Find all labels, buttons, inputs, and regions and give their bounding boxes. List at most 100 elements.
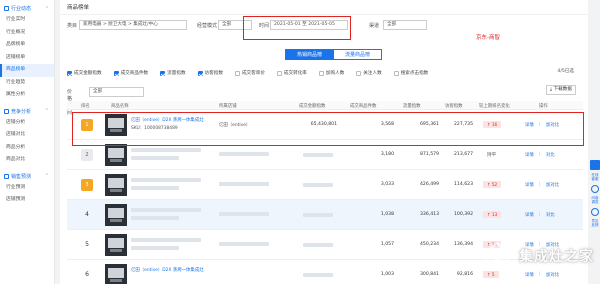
table-row[interactable]: 4 1,038 336,413 100,392 ↑ 13 详情 | 对比 — [67, 200, 583, 230]
product-thumbnail[interactable] — [105, 264, 127, 284]
cell-traffic: 336,413 — [420, 212, 439, 217]
col-header: 成交商品件数 — [350, 104, 377, 109]
product-thumbnail[interactable] — [105, 144, 127, 166]
sidebar-item-shop-analysis[interactable]: 店铺分析 — [0, 117, 54, 130]
compare-link[interactable]: 加对比 — [546, 122, 559, 128]
link-divider: | — [539, 122, 541, 127]
table-row[interactable]: 1 亿田（entive）D2X 蒸烤一体集成灶 SKU：100008738489 亿田… — [67, 110, 583, 140]
sidebar-group-competition[interactable]: 竞争分析 ⌃ — [0, 106, 54, 117]
sidebar-item-shop-compare[interactable]: 店铺对比 — [0, 129, 54, 142]
right-rail: 在线客服 问卷调查 意见反馈 — [590, 160, 600, 231]
checkbox-checked-icon — [113, 70, 119, 76]
redacted-text — [219, 152, 269, 156]
category-select[interactable]: 家用电器 > 厨卫大电 > 集成灶/中心 — [79, 20, 187, 30]
checkbox-empty-icon — [276, 70, 282, 76]
survey-icon[interactable] — [591, 185, 599, 193]
col-header: 商品名称 — [111, 104, 129, 109]
metric-checkbox[interactable]: 成交商品件数 — [113, 70, 149, 76]
product-sku: SKU：100008738489 — [131, 126, 178, 131]
sidebar-item-trend[interactable]: 行业趋势 — [0, 77, 54, 90]
sidebar-item-brand-rank[interactable]: 品牌榜单 — [0, 39, 54, 52]
watermark: 集成灶之家 — [479, 238, 594, 274]
compare-link[interactable]: 对比 — [546, 212, 555, 218]
cell-visitors: 92,816 — [456, 272, 473, 277]
metric-checkbox[interactable]: 加购人数 — [318, 70, 344, 76]
cell-units: 3,180 — [380, 152, 394, 157]
metric-checkbox[interactable]: 流量指数 — [160, 70, 186, 76]
rail-label: 意见反馈 — [591, 219, 599, 227]
sidebar-item-industry-forecast[interactable]: 行业预测 — [0, 182, 54, 195]
house-logo-icon — [481, 241, 513, 271]
metric-checkbox[interactable]: 成交金额指数 — [67, 70, 102, 76]
sidebar-group-forecast[interactable]: 销售预测 ⌃ — [0, 171, 54, 182]
detail-link[interactable]: 详情 — [525, 212, 534, 218]
sidebar-item-shop-rank[interactable]: 店铺榜单 — [0, 52, 54, 65]
mode-label: 经营模式 — [197, 23, 218, 29]
checkbox-empty-icon — [318, 70, 324, 76]
sidebar-item-product-compare[interactable]: 商品对比 — [0, 154, 54, 167]
product-thumbnail[interactable] — [105, 204, 127, 226]
sidebar-item-product-analysis[interactable]: 商品分析 — [0, 142, 54, 155]
group-icon — [4, 6, 9, 11]
channel-select[interactable]: 全部 — [383, 20, 427, 30]
detail-link[interactable]: 详情 — [525, 122, 534, 128]
sidebar-group-label: 竞争分析 — [11, 108, 32, 115]
tab-hot-sale[interactable]: 热销商品榜 — [285, 49, 335, 60]
detail-link[interactable]: 详情 — [525, 152, 534, 158]
product-name-link[interactable]: 亿田（entive）D2X 蒸烤一体集成灶 — [131, 117, 204, 123]
sidebar-item-attribute[interactable]: 属性分析 — [0, 89, 54, 102]
product-name-link[interactable]: 亿田（entive）D2X 蒸烤一体集成灶 — [131, 267, 204, 273]
watermark-text: 集成灶之家 — [519, 249, 594, 265]
sidebar-item-shop-forecast[interactable]: 店铺预测 — [0, 194, 54, 207]
col-header: 操作 — [539, 104, 548, 109]
col-header: 成交金额指数 — [299, 104, 326, 109]
metric-checkbox[interactable]: 成交客单价 — [234, 70, 265, 76]
tab-traffic[interactable]: 流量商品榜 — [334, 49, 383, 60]
detail-link[interactable]: 详情 — [525, 182, 534, 188]
metric-label: 成交商品件数 — [120, 71, 149, 76]
redacted-text — [131, 208, 201, 212]
feedback-icon[interactable] — [591, 208, 599, 216]
col-header: 排名 — [81, 104, 90, 109]
cell-visitors: 227,735 — [454, 122, 473, 127]
sidebar-group-label: 销售预测 — [11, 173, 32, 180]
product-thumbnail[interactable] — [105, 114, 127, 136]
cell-traffic: 300,841 — [420, 272, 439, 277]
metric-checkbox[interactable]: 搜索点击指数 — [393, 70, 428, 76]
redacted-text — [303, 213, 333, 217]
download-button[interactable]: ⤓ 下载数据 — [546, 85, 576, 95]
price-select[interactable]: 全部 — [89, 87, 144, 97]
sidebar-item-overview[interactable]: 行业概况 — [0, 27, 54, 40]
redacted-text — [219, 212, 269, 216]
rank-change-badge: ↑ 52 — [483, 181, 502, 188]
channel-label: 渠道 — [369, 23, 380, 29]
redacted-text — [131, 178, 201, 182]
product-thumbnail[interactable] — [105, 174, 127, 196]
col-header: 流量指数 — [403, 104, 421, 109]
chevron-up-icon: ⌃ — [44, 173, 49, 179]
table-row[interactable]: 2 3,180 871,579 213,677 持平 详情 | 对比 — [67, 140, 583, 170]
metric-checkbox[interactable]: 成交转化率 — [276, 70, 307, 76]
annotation-label: 京东-商智 — [476, 35, 500, 41]
redacted-text — [131, 246, 179, 250]
link-divider: | — [539, 152, 541, 157]
time-highlight-frame — [243, 16, 351, 40]
sidebar-item-product-rank[interactable]: 商品榜单 — [0, 64, 54, 77]
product-thumbnail[interactable] — [105, 234, 127, 256]
checkbox-checked-icon — [197, 70, 203, 76]
table-row[interactable]: 3 3,033 426,499 114,623 ↑ 52 详情 | 加对比 — [67, 170, 583, 200]
download-icon: ⤓ — [550, 87, 553, 92]
customer-service-button[interactable] — [590, 160, 600, 170]
metric-checkbox[interactable]: 访客指数 — [197, 70, 223, 76]
cell-traffic: 871,579 — [420, 152, 439, 157]
redacted-text — [219, 182, 269, 186]
col-header: 所属店铺 — [219, 104, 237, 109]
compare-link[interactable]: 对比 — [546, 152, 555, 158]
rank-number: 6 — [85, 271, 89, 278]
sidebar-item-realtime[interactable]: 行业实时 — [0, 14, 54, 27]
compare-link[interactable]: 加对比 — [546, 182, 559, 188]
cell-units: 3,568 — [380, 122, 394, 127]
sidebar-group-industry[interactable]: 行业动态 ⌃ — [0, 3, 54, 14]
metric-checkbox[interactable]: 关注人数 — [356, 70, 382, 76]
metric-label: 成交客单价 — [241, 71, 265, 76]
